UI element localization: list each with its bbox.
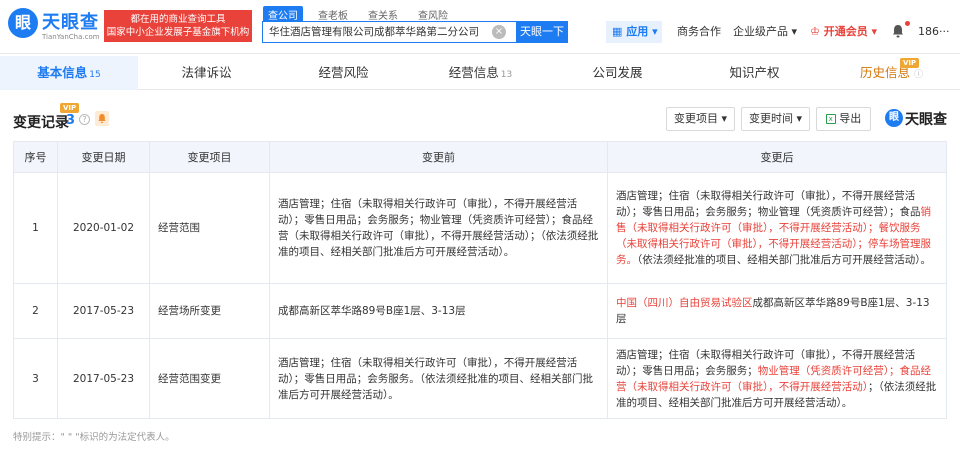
filter-change-item-button[interactable]: 变更项目 ▾ xyxy=(666,107,735,131)
slogan-line1: 都在用的商业查询工具 xyxy=(130,14,226,25)
logo-mark-icon: 眼 xyxy=(8,8,38,38)
tab-history[interactable]: 历史信息 VIP ⓘ xyxy=(823,56,960,90)
help-icon[interactable]: ? xyxy=(79,114,90,125)
nav-business[interactable]: 商务合作 xyxy=(677,21,721,43)
tab-legal[interactable]: 法律诉讼 xyxy=(138,56,275,90)
after-text-tail: （依法须经批准的项目、经相关部门批准后方可开展经营活动）。 xyxy=(637,254,931,266)
tab-label: 基本信息 xyxy=(37,65,88,80)
logo[interactable]: 眼 天眼查 TianYanCha.com xyxy=(8,6,100,46)
row-after: 酒店管理；住宿（未取得相关行政许可（审批），不得开展经营活动）；零售日用品；会务… xyxy=(607,172,947,284)
bell-icon[interactable] xyxy=(892,24,904,38)
col-header-no: 序号 xyxy=(13,141,58,173)
tab-label: 经营信息 xyxy=(448,65,499,80)
row-after: 酒店管理；住宿（未取得相关行政许可（审批），不得开展经营活动）；零售日用品；会务… xyxy=(607,338,947,419)
table-row: 2 2017-05-23 经营场所变更 成都高新区萃华路89号B座1层、3-13… xyxy=(13,283,947,339)
tab-risk[interactable]: 经营风险 xyxy=(275,56,412,90)
section-count: 3 xyxy=(66,113,76,128)
export-label: 导出 xyxy=(839,112,862,125)
brand-logo-icon: 眼 xyxy=(885,109,903,127)
row-date: 2017-05-23 xyxy=(57,283,150,339)
monitor-bell-icon[interactable] xyxy=(95,111,109,126)
row-date: 2020-01-02 xyxy=(57,172,150,284)
search-button[interactable]: 天眼一下 xyxy=(516,21,568,43)
table-header-row: 序号 变更日期 变更项目 变更前 变更后 xyxy=(13,141,947,173)
col-header-after: 变更后 xyxy=(607,141,947,173)
crown-icon: ♔ xyxy=(810,25,820,38)
row-no: 2 xyxy=(13,283,58,339)
table-row: 3 2017-05-23 经营范围变更 酒店管理；住宿（未取得相关行政许可（审批… xyxy=(13,338,947,419)
tab-basic-info[interactable]: 基本信息 15 xyxy=(0,56,138,90)
slogan-banner: 都在用的商业查询工具 国家中小企业发展子基金旗下机构 xyxy=(104,10,252,42)
row-no: 3 xyxy=(13,338,58,419)
row-item: 经营范围 xyxy=(149,172,270,284)
after-text: 酒店管理；住宿（未取得相关行政许可（审批），不得开展经营活动）；零售日用品；会务… xyxy=(616,190,921,218)
tab-count: 15 xyxy=(89,70,101,80)
col-header-item: 变更项目 xyxy=(149,141,270,173)
tab-ip[interactable]: 知识产权 xyxy=(686,56,823,90)
tab-count: 13 xyxy=(500,70,513,80)
logo-sub: TianYanCha.com xyxy=(42,33,100,41)
search-input[interactable]: 华住酒店管理有限公司成都萃华路第二分公司 xyxy=(262,21,516,43)
top-header: 眼 天眼查 TianYanCha.com 都在用的商业查询工具 国家中小企业发展… xyxy=(0,0,960,54)
brand-text: 天眼查 xyxy=(905,112,947,128)
change-record-table: 序号 变更日期 变更项目 变更前 变更后 1 2020-01-02 经营范围 酒… xyxy=(13,141,947,419)
row-date: 2017-05-23 xyxy=(57,338,150,419)
app-menu-button[interactable]: ▦ 应用 ▾ xyxy=(606,21,662,43)
excel-icon: x xyxy=(825,114,836,124)
tab-label: 法律诉讼 xyxy=(181,65,232,80)
footnote: 特别提示：" " "标识的为法定代表人。 xyxy=(13,432,175,443)
section-vip-badge: VIP xyxy=(60,100,80,113)
row-before: 酒店管理；住宿（未取得相关行政许可（审批），不得开展经营活动）；零售日用品；会务… xyxy=(269,338,608,419)
row-before: 酒店管理；住宿（未取得相关行政许可（审批），不得开展经营活动）；零售日用品；会务… xyxy=(269,172,608,284)
row-after: 中国（四川）自由贸易试验区成都高新区萃华路89号B座1层、3-13层 xyxy=(607,283,947,339)
tab-label: 经营风险 xyxy=(318,65,369,80)
export-button[interactable]: x 导出 xyxy=(816,107,871,131)
slogan-line2: 国家中小企业发展子基金旗下机构 xyxy=(106,27,250,38)
logo-text: 天眼查 xyxy=(42,12,99,33)
nav-vip[interactable]: ♔ 开通会员 ▾ xyxy=(810,21,877,43)
vip-badge: VIP xyxy=(900,58,920,68)
nav-vip-label: 开通会员 ▾ xyxy=(823,25,878,38)
tab-label: 公司发展 xyxy=(592,65,643,80)
filter-change-time-button[interactable]: 变更时间 ▾ xyxy=(741,107,810,131)
search-tabs: 查公司 查老板 查关系 查风险 xyxy=(263,6,463,23)
row-item: 经营范围变更 xyxy=(149,338,270,419)
info-icon: ⓘ xyxy=(913,70,923,80)
notification-dot xyxy=(905,21,910,26)
clear-icon[interactable]: × xyxy=(492,25,506,39)
user-menu[interactable]: 186‧‧‧ xyxy=(918,21,950,43)
col-header-date: 变更日期 xyxy=(57,141,150,173)
vip-badge-label: VIP xyxy=(60,103,80,113)
row-item: 经营场所变更 xyxy=(149,283,270,339)
row-no: 1 xyxy=(13,172,58,284)
nav-enterprise[interactable]: 企业级产品 ▾ xyxy=(733,21,797,43)
row-before: 成都高新区萃华路89号B座1层、3-13层 xyxy=(269,283,608,339)
tab-operation[interactable]: 经营信息 13 xyxy=(412,56,549,90)
tab-development[interactable]: 公司发展 xyxy=(549,56,686,90)
after-highlight: 中国（四川）自由贸易试验区 xyxy=(616,297,753,309)
tab-label: 知识产权 xyxy=(729,65,780,80)
col-header-before: 变更前 xyxy=(269,141,608,173)
table-row: 1 2020-01-02 经营范围 酒店管理；住宿（未取得相关行政许可（审批），… xyxy=(13,172,947,284)
section-title: 变更记录 xyxy=(13,115,69,131)
main-tabs: 基本信息 15 法律诉讼 经营风险 经营信息 13 公司发展 知识产权 历史信息 V… xyxy=(0,56,960,90)
grid-icon: ▦ xyxy=(612,25,623,38)
app-menu-label: 应用 ▾ xyxy=(626,25,658,38)
